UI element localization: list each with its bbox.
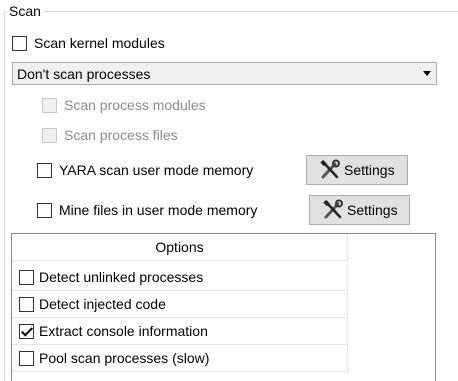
scan-process-files-checkbox[interactable]: Scan process files bbox=[42, 126, 178, 144]
scan-kernel-modules-checkbox[interactable]: Scan kernel modules bbox=[12, 34, 165, 52]
option-checkbox[interactable] bbox=[19, 269, 34, 285]
option-label: Pool scan processes (slow) bbox=[39, 350, 210, 366]
scan-process-modules-checkbox[interactable]: Scan process modules bbox=[42, 96, 206, 114]
options-column-header[interactable]: Options bbox=[12, 234, 348, 261]
scan-process-files-label: Scan process files bbox=[64, 127, 178, 143]
list-item[interactable]: Pool scan processes (slow) bbox=[12, 345, 348, 372]
mine-files-checkbox[interactable]: Mine files in user mode memory bbox=[37, 201, 257, 219]
option-checkbox[interactable] bbox=[19, 296, 34, 312]
option-label: Detect unlinked processes bbox=[39, 269, 204, 285]
mine-files-settings-label: Settings bbox=[347, 202, 398, 218]
options-header-label: Options bbox=[155, 239, 204, 255]
mine-files-label: Mine files in user mode memory bbox=[59, 202, 258, 218]
process-scan-mode-value: Don't scan processes bbox=[17, 65, 151, 82]
scan-process-modules-box[interactable] bbox=[42, 97, 57, 113]
scan-group-title: Scan bbox=[7, 3, 43, 19]
options-list[interactable]: Options Detect unlinked processes Detect… bbox=[11, 233, 436, 381]
tools-icon bbox=[323, 199, 343, 219]
scan-kernel-modules-box[interactable] bbox=[12, 35, 27, 51]
list-item[interactable]: Extract console information bbox=[12, 318, 348, 345]
yara-settings-label: Settings bbox=[344, 162, 395, 178]
option-label: Extract console information bbox=[39, 323, 208, 339]
option-checkbox[interactable] bbox=[19, 350, 34, 366]
mine-files-box[interactable] bbox=[37, 202, 52, 218]
option-label: Detect injected code bbox=[39, 296, 166, 312]
yara-settings-button[interactable]: Settings bbox=[306, 155, 408, 185]
yara-scan-box[interactable] bbox=[37, 162, 52, 178]
yara-scan-checkbox[interactable]: YARA scan user mode memory bbox=[37, 161, 253, 179]
list-item[interactable]: Detect unlinked processes bbox=[12, 264, 348, 291]
option-checkbox[interactable] bbox=[19, 323, 34, 339]
scan-process-files-box[interactable] bbox=[42, 127, 57, 143]
tools-icon bbox=[320, 159, 340, 179]
yara-scan-label: YARA scan user mode memory bbox=[59, 162, 254, 178]
scan-process-modules-label: Scan process modules bbox=[64, 97, 206, 113]
scan-kernel-modules-label: Scan kernel modules bbox=[34, 35, 165, 51]
process-scan-mode-dropdown[interactable]: Don't scan processes bbox=[12, 62, 437, 85]
mine-files-settings-button[interactable]: Settings bbox=[309, 195, 410, 225]
chevron-down-icon[interactable] bbox=[423, 71, 431, 76]
list-item[interactable]: Detect injected code bbox=[12, 291, 348, 318]
